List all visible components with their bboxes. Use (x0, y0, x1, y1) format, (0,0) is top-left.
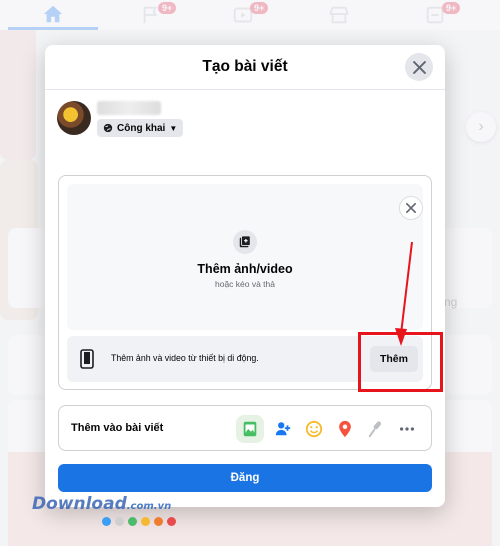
post-button[interactable]: Đăng (58, 464, 432, 492)
watermark-dot (115, 517, 124, 526)
close-button[interactable] (405, 53, 433, 81)
highlight-box (358, 332, 443, 392)
username-blurred (97, 101, 161, 115)
caret-down-icon: ▼ (169, 123, 178, 133)
feeling-button[interactable] (300, 415, 328, 443)
mobile-upload-text: Thêm ảnh và video từ thiết bị di động. (111, 353, 259, 363)
audience-selector[interactable]: Công khai ▼ (97, 119, 184, 137)
more-icon (399, 427, 415, 431)
check-in-button[interactable] (331, 415, 359, 443)
check-in-icon (339, 420, 351, 438)
dialog-header: Tạo bài viết (45, 45, 445, 90)
photo-video-button[interactable] (236, 415, 264, 443)
more-options-button[interactable] (393, 415, 421, 443)
watermark-dots (102, 517, 176, 526)
remove-media-button[interactable] (399, 196, 423, 220)
upload-subtitle: hoặc kéo và thả (214, 279, 275, 289)
phone-icon (80, 349, 94, 374)
add-to-post-label: Thêm vào bài viết (71, 422, 164, 434)
dialog-title: Tạo bài viết (202, 58, 288, 75)
tag-people-icon (275, 422, 291, 436)
upload-dropzone[interactable]: Thêm ảnh/video hoặc kéo và thả (67, 184, 423, 330)
live-video-icon (368, 421, 382, 438)
close-icon (406, 203, 416, 213)
globe-icon (103, 123, 113, 133)
watermark-dot (141, 517, 150, 526)
watermark-dot (102, 517, 111, 526)
close-icon (412, 60, 426, 74)
audience-label: Công khai (117, 122, 166, 134)
watermark-dot (167, 517, 176, 526)
add-to-post-bar: Thêm vào bài viết (58, 405, 432, 451)
upload-title: Thêm ảnh/video (197, 262, 293, 276)
create-post-dialog: Tạo bài viết Công khai ▼ Thêm ảnh/video … (45, 45, 445, 507)
add-photo-icon (233, 230, 257, 254)
photo-video-icon (243, 421, 257, 437)
watermark-dot (154, 517, 163, 526)
live-video-button[interactable] (362, 415, 390, 443)
tag-people-button[interactable] (269, 415, 297, 443)
watermark-logo: Download.com.vn (32, 494, 172, 514)
watermark-dot (128, 517, 137, 526)
feeling-icon (305, 420, 323, 438)
avatar (57, 101, 91, 135)
